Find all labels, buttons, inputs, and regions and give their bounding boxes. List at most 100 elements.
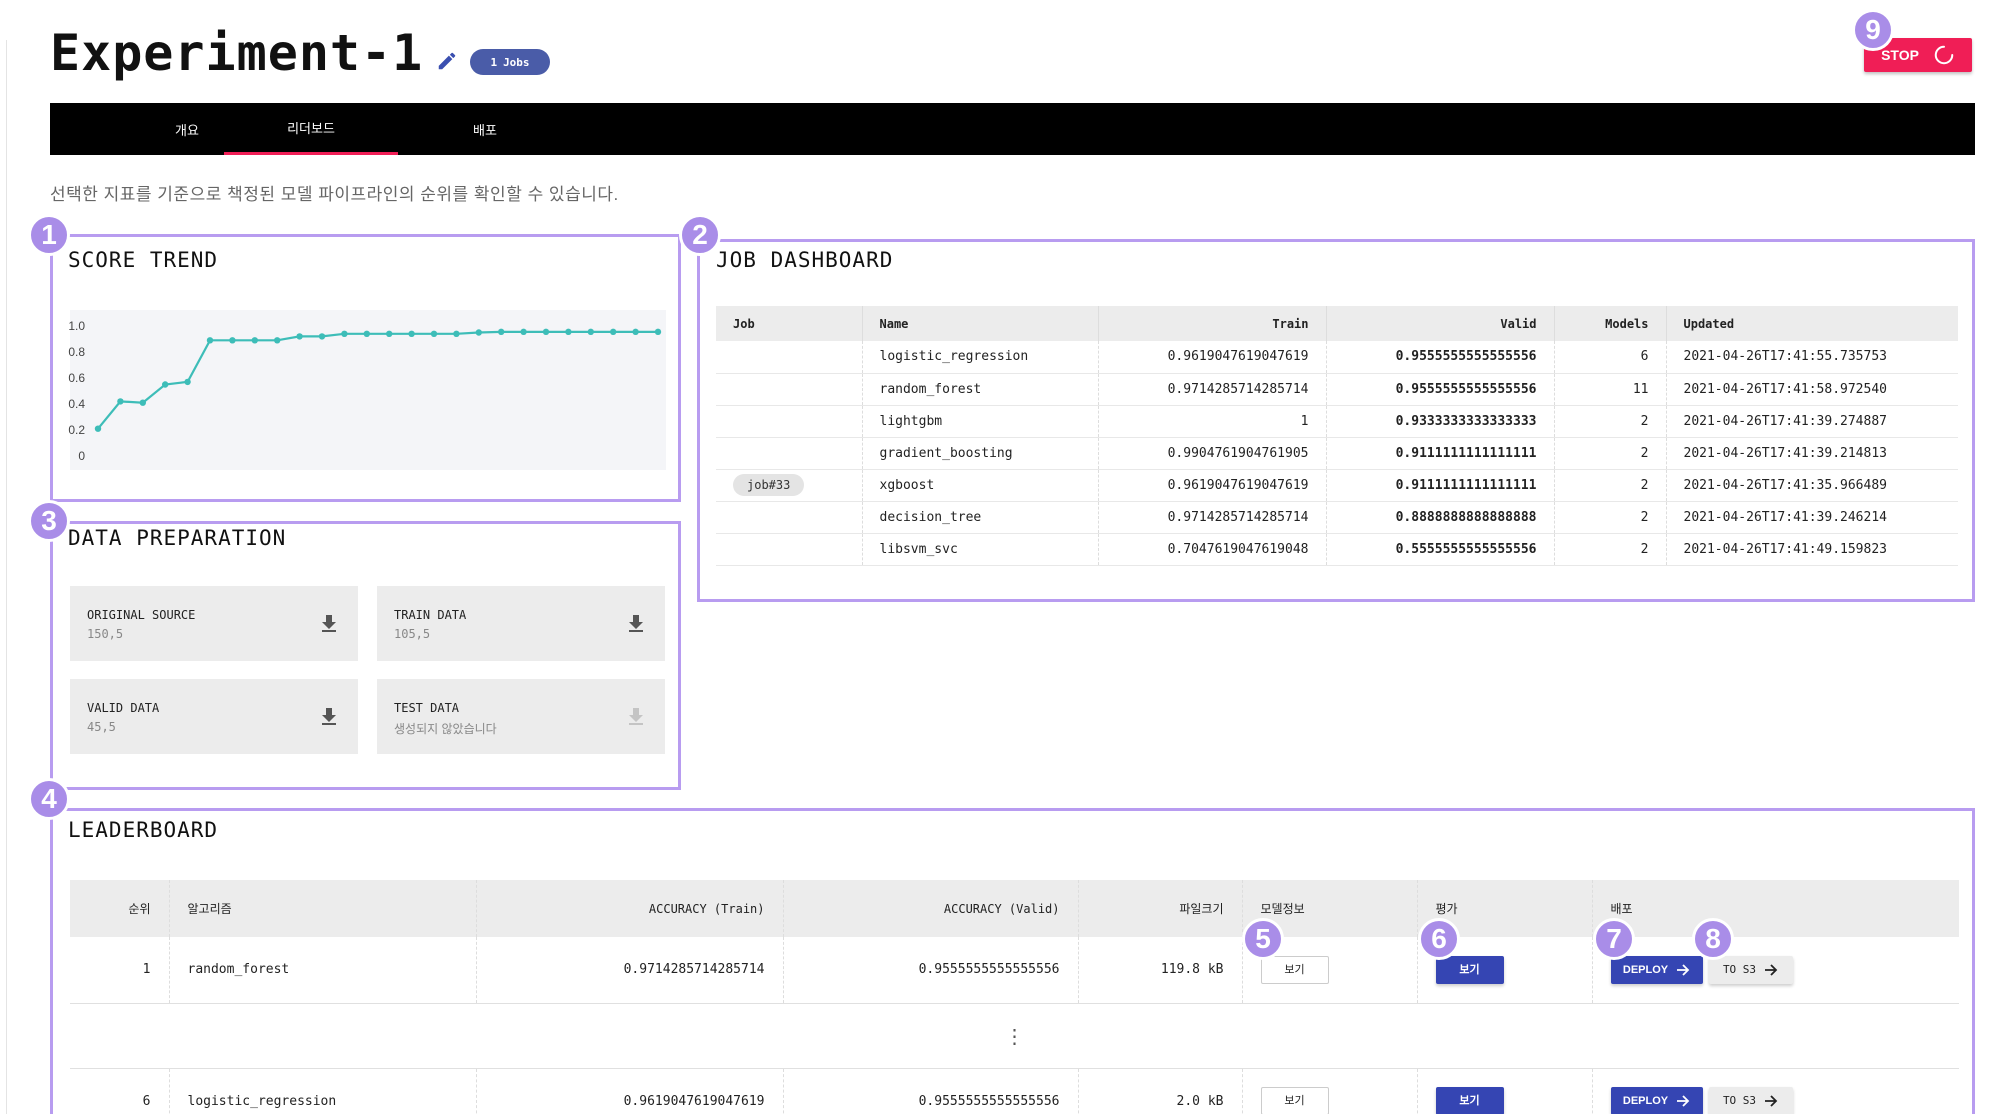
y-tick-label: 0.2 (68, 423, 85, 437)
job-table-header: Job Name Train Valid Models Updated (716, 306, 1958, 341)
arrow-right-icon (1677, 964, 1690, 976)
name-cell: lightgbm (862, 405, 1099, 438)
score-trend-panel: SCORE TREND 1.0 0.8 0.6 0.4 0.2 0 (50, 234, 681, 502)
spinner-icon (1934, 45, 1954, 65)
page-description: 선택한 지표를 기준으로 책정된 모델 파이프라인의 순위를 확인할 수 있습니… (50, 185, 619, 204)
valid-cell: 0.9111111111111111 (1326, 437, 1555, 470)
col-models: Models (1554, 306, 1667, 341)
evaluation-view-button[interactable]: 보기 (1435, 955, 1504, 984)
score-point[interactable] (430, 330, 438, 337)
score-point[interactable] (117, 398, 124, 405)
score-point[interactable] (408, 330, 415, 337)
download-icon[interactable] (320, 613, 338, 633)
deploy-cell: DEPLOY TO S3 (1592, 937, 1959, 1004)
train-cell: 0.7047619047619048 (1098, 533, 1327, 566)
edit-pencil-icon[interactable] (436, 50, 458, 72)
evaluation-view-button[interactable]: 보기 (1435, 1087, 1504, 1114)
job-table: Job Name Train Valid Models Updated logi… (716, 306, 1958, 566)
models-cell: 6 (1554, 341, 1667, 374)
jobs-count-badge: 1 Jobs (470, 49, 550, 75)
valid-cell: 0.5555555555555556 (1326, 533, 1555, 566)
score-point[interactable] (251, 337, 258, 344)
table-row[interactable]: decision_tree 0.9714285714285714 0.88888… (716, 501, 1958, 534)
model-info-view-button[interactable]: 보기 (1260, 1087, 1329, 1114)
table-row[interactable]: job#33 xgboost 0.9619047619047619 0.9111… (716, 469, 1958, 502)
table-row[interactable]: logistic_regression 0.9619047619047619 0… (716, 341, 1958, 374)
score-point[interactable] (318, 333, 326, 340)
download-icon[interactable] (320, 706, 338, 726)
to-s3-button[interactable]: TO S3 (1708, 1086, 1793, 1114)
download-icon[interactable] (627, 613, 645, 633)
score-point[interactable] (632, 328, 639, 336)
more-rows-indicator[interactable]: ⋮ (70, 1003, 1959, 1069)
job-cell (716, 501, 863, 534)
col-valid: Valid (1326, 306, 1555, 341)
table-row: 1 random_forest 0.9714285714285714 0.955… (70, 937, 1959, 1004)
table-row[interactable]: gradient_boosting 0.9904761904761905 0.9… (716, 437, 1958, 470)
score-point[interactable] (184, 378, 191, 386)
score-point[interactable] (654, 328, 662, 336)
card-value: 150,5 (87, 627, 124, 641)
score-point[interactable] (162, 381, 169, 388)
leaderboard-header: 순위 알고리즘 ACCURACY (Train) ACCURACY (Valid… (70, 880, 1959, 937)
valid-data-card: VALID DATA 45,5 (70, 679, 358, 754)
train-cell: 0.9619047619047619 (1098, 469, 1327, 502)
train-cell: 0.9619047619047619 (1098, 341, 1327, 374)
name-cell: gradient_boosting (862, 437, 1099, 470)
name-cell: logistic_regression (862, 341, 1099, 374)
score-point[interactable] (341, 330, 348, 337)
col-updated: Updated (1666, 306, 1958, 341)
left-divider (6, 40, 7, 1114)
score-point[interactable] (94, 425, 102, 432)
score-point[interactable] (274, 337, 281, 344)
job-cell (716, 373, 863, 406)
marker-3: 3 (28, 500, 70, 542)
rank-cell: 6 (70, 1068, 170, 1114)
col-rank: 순위 (70, 880, 170, 937)
algorithm-cell: random_forest (169, 937, 477, 1004)
score-point[interactable] (296, 333, 303, 340)
score-point[interactable] (139, 399, 146, 406)
to-s3-button[interactable]: TO S3 (1708, 955, 1793, 984)
score-point[interactable] (453, 330, 460, 337)
to-s3-label: TO S3 (1722, 1094, 1757, 1108)
score-point[interactable] (520, 328, 527, 336)
score-point[interactable] (587, 328, 594, 336)
table-row[interactable]: lightgbm 1 0.9333333333333333 2 2021-04-… (716, 405, 1958, 438)
score-point[interactable] (610, 328, 617, 336)
marker-1: 1 (28, 214, 70, 256)
data-preparation-title: DATA PREPARATION (68, 526, 287, 550)
name-cell: xgboost (862, 469, 1099, 502)
table-row[interactable]: libsvm_svc 0.7047619047619048 0.55555555… (716, 533, 1958, 566)
score-point[interactable] (475, 329, 482, 336)
models-cell: 11 (1554, 373, 1667, 406)
score-point[interactable] (542, 328, 550, 336)
job-chip[interactable]: job#33 (733, 474, 805, 496)
col-algorithm: 알고리즘 (169, 880, 477, 937)
tab-leaderboard[interactable]: 리더보드 (224, 103, 398, 155)
deploy-button[interactable]: DEPLOY (1610, 1087, 1703, 1114)
card-name: ORIGINAL SOURCE (87, 608, 196, 622)
table-row[interactable]: random_forest 0.9714285714285714 0.95555… (716, 373, 1958, 406)
y-tick-label: 0.6 (68, 371, 85, 385)
updated-cell: 2021-04-26T17:41:49.159823 (1666, 533, 1958, 566)
score-point[interactable] (363, 330, 370, 337)
score-point[interactable] (206, 337, 214, 344)
deploy-button[interactable]: DEPLOY (1610, 956, 1703, 984)
marker-2: 2 (679, 214, 721, 256)
score-point[interactable] (229, 337, 236, 344)
file-size-cell: 2.0 kB (1078, 1068, 1243, 1114)
marker-4: 4 (28, 778, 70, 820)
valid-cell: 0.9555555555555556 (1326, 373, 1555, 406)
train-cell: 0.9904761904761905 (1098, 437, 1327, 470)
score-point[interactable] (565, 328, 572, 336)
score-point[interactable] (386, 330, 393, 337)
updated-cell: 2021-04-26T17:41:55.735753 (1666, 341, 1958, 374)
models-cell: 2 (1554, 469, 1667, 502)
score-point[interactable] (498, 328, 505, 336)
model-info-view-button[interactable]: 보기 (1260, 955, 1329, 984)
valid-cell: 0.8888888888888888 (1326, 501, 1555, 534)
models-cell: 2 (1554, 501, 1667, 534)
tab-deploy[interactable]: 배포 (398, 103, 572, 155)
train-cell: 0.9714285714285714 (1098, 373, 1327, 406)
